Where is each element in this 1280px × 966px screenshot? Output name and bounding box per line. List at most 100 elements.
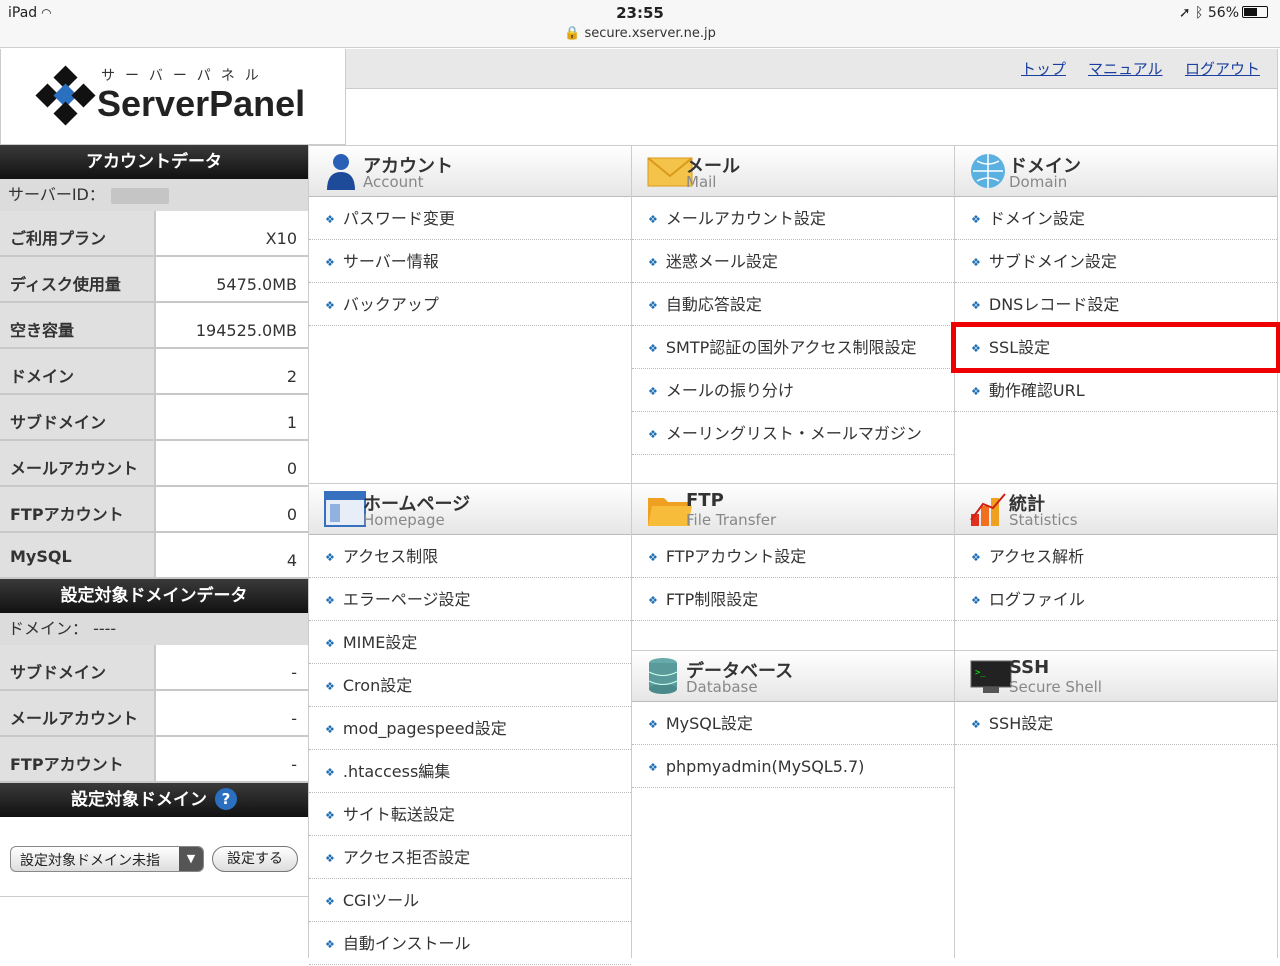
domain-data-value: - bbox=[291, 755, 297, 774]
domain-menu-item[interactable]: ❖ 動作確認URL bbox=[955, 369, 1277, 412]
account-data-label: ディスク使用量 bbox=[0, 257, 156, 301]
bullet-arrow-icon: ❖ bbox=[325, 938, 335, 951]
bullet-arrow-icon: ❖ bbox=[971, 342, 981, 355]
domain-data-heading: 設定対象ドメインデータ bbox=[0, 579, 308, 613]
bullet-arrow-icon: ❖ bbox=[648, 299, 658, 312]
stats-menu-item[interactable]: ❖ ログファイル bbox=[955, 578, 1277, 621]
stats-icon bbox=[969, 490, 1006, 528]
mail-menu-item[interactable]: ❖ メールの振り分け bbox=[632, 369, 954, 412]
bullet-arrow-icon: ❖ bbox=[325, 852, 335, 865]
account-menu-item[interactable]: ❖ バックアップ bbox=[309, 283, 631, 326]
bullet-arrow-icon: ❖ bbox=[971, 256, 981, 269]
mail-icon bbox=[646, 152, 693, 190]
account-data-label: ドメイン bbox=[0, 349, 156, 393]
homepage-section-header: ホームページ Homepage bbox=[309, 483, 631, 535]
account-data-value: 0 bbox=[286, 459, 297, 478]
account-section-header: アカウント Account bbox=[309, 145, 631, 197]
account-data-row: ディスク使用量 5475.0MB bbox=[0, 257, 308, 303]
homepage-menu-item[interactable]: ❖ MIME設定 bbox=[309, 621, 631, 664]
section-title: FTP bbox=[686, 490, 724, 511]
clock: 23:55 bbox=[616, 4, 664, 22]
bullet-arrow-icon: ❖ bbox=[325, 637, 335, 650]
ftp-menu-item[interactable]: ❖ FTPアカウント設定 bbox=[632, 535, 954, 578]
account-data-row: サブドメイン 1 bbox=[0, 395, 308, 441]
domain-menu-item[interactable]: ❖ DNSレコード設定 bbox=[955, 283, 1277, 326]
stats-menu-item[interactable]: ❖ アクセス解析 bbox=[955, 535, 1277, 578]
homepage-menu-item[interactable]: ❖ アクセス制限 bbox=[309, 535, 631, 578]
server-panel-page: サーバーパネル ServerPanel トップ マニュアル ログアウト アカウン… bbox=[0, 49, 1280, 965]
bullet-arrow-icon: ❖ bbox=[325, 299, 335, 312]
help-icon[interactable]: ? bbox=[215, 788, 237, 810]
section-title: SSH bbox=[1009, 657, 1050, 678]
bullet-arrow-icon: ❖ bbox=[971, 299, 981, 312]
domain-menu-item[interactable]: ❖ ドメイン設定 bbox=[955, 197, 1277, 240]
account-section: アカウント Account ❖ パスワード変更 ❖ サーバー情報 ❖ バックアップ bbox=[309, 145, 632, 486]
database-menu-item[interactable]: ❖ MySQL設定 bbox=[632, 702, 954, 745]
homepage-menu-item[interactable]: ❖ エラーページ設定 bbox=[309, 578, 631, 621]
database-section: データベース Database ❖ MySQL設定 ❖ phpmyadmin(MySQL5… bbox=[632, 650, 955, 958]
account-data-row: メールアカウント 0 bbox=[0, 441, 308, 487]
top-nav: トップ マニュアル ログアウト bbox=[346, 49, 1278, 89]
domain-section: ドメイン Domain ❖ ドメイン設定 ❖ サブドメイン設定 ❖ DNSレコード設定 ❖ SSL… bbox=[951, 145, 1280, 486]
account-menu-item[interactable]: ❖ サーバー情報 bbox=[309, 240, 631, 283]
mail-menu-item[interactable]: ❖ メーリングリスト・メールマガジン bbox=[632, 412, 954, 455]
ssh-section: >_ SSH Secure Shell ❖ SSH設定 bbox=[955, 650, 1278, 958]
logout-link[interactable]: ログアウト bbox=[1185, 58, 1260, 79]
account-menu-item[interactable]: ❖ パスワード変更 bbox=[309, 197, 631, 240]
homepage-menu-item[interactable]: ❖ mod_pagespeed設定 bbox=[309, 707, 631, 750]
mail-menu-item[interactable]: ❖ SMTP認証の国外アクセス制限設定 bbox=[632, 326, 954, 369]
target-domain-form: 設定対象ドメイン未指 ▼ 設定する bbox=[0, 817, 308, 897]
homepage-menu-item[interactable]: ❖ アクセス拒否設定 bbox=[309, 836, 631, 879]
account-data-label: 空き容量 bbox=[0, 303, 156, 347]
homepage-icon bbox=[323, 490, 366, 528]
section-subtitle: Secure Shell bbox=[1009, 678, 1102, 696]
bullet-arrow-icon: ❖ bbox=[648, 256, 658, 269]
database-menu-item[interactable]: ❖ phpmyadmin(MySQL5.7) bbox=[632, 745, 954, 788]
ssh-section-header: >_ SSH Secure Shell bbox=[955, 650, 1277, 702]
current-domain: ドメイン： ---- bbox=[0, 613, 308, 645]
mail-menu-item[interactable]: ❖ 自動応答設定 bbox=[632, 283, 954, 326]
account-data-label: FTPアカウント bbox=[0, 487, 156, 531]
mail-menu-item[interactable]: ❖ 迷惑メール設定 bbox=[632, 240, 954, 283]
svg-text:>_: >_ bbox=[975, 668, 986, 678]
section-subtitle: Statistics bbox=[1009, 511, 1078, 529]
homepage-menu-item[interactable]: ❖ 自動インストール bbox=[309, 922, 631, 965]
battery-icon bbox=[1242, 6, 1268, 18]
bullet-arrow-icon: ❖ bbox=[325, 766, 335, 779]
account-data-heading: アカウントデータ bbox=[0, 145, 308, 179]
logo-diamonds-icon bbox=[35, 65, 96, 126]
logo[interactable]: サーバーパネル ServerPanel bbox=[0, 49, 346, 145]
database-section-header: データベース Database bbox=[632, 650, 954, 702]
homepage-menu-item[interactable]: ❖ CGIツール bbox=[309, 879, 631, 922]
manual-link[interactable]: マニュアル bbox=[1088, 58, 1163, 79]
ssh-icon: >_ bbox=[969, 657, 1012, 695]
top-link[interactable]: トップ bbox=[1021, 58, 1066, 79]
domain-menu-item[interactable]: ❖ サブドメイン設定 bbox=[955, 240, 1277, 283]
domain-data-value: - bbox=[291, 709, 297, 728]
bullet-arrow-icon: ❖ bbox=[325, 680, 335, 693]
domain-icon bbox=[969, 152, 1005, 190]
homepage-menu-item[interactable]: ❖ Cron設定 bbox=[309, 664, 631, 707]
section-subtitle: Account bbox=[363, 173, 424, 191]
account-data-row: FTPアカウント 0 bbox=[0, 487, 308, 533]
domain-select[interactable]: 設定対象ドメイン未指 ▼ bbox=[10, 846, 204, 872]
bullet-arrow-icon: ❖ bbox=[648, 551, 658, 564]
ftp-icon bbox=[646, 490, 692, 528]
address-bar[interactable]: 🔒 secure.xserver.ne.jp bbox=[0, 26, 1280, 41]
mail-menu-item[interactable]: ❖ メールアカウント設定 bbox=[632, 197, 954, 240]
domain-section-header: ドメイン Domain bbox=[955, 145, 1277, 197]
ftp-menu-item[interactable]: ❖ FTP制限設定 bbox=[632, 578, 954, 621]
logo-brand: ServerPanel bbox=[97, 83, 306, 124]
account-data-value: 194525.0MB bbox=[195, 321, 297, 340]
homepage-menu-item[interactable]: ❖ サイト転送設定 bbox=[309, 793, 631, 836]
set-domain-button[interactable]: 設定する bbox=[212, 846, 298, 872]
ftp-section: FTP File Transfer ❖ FTPアカウント設定 ❖ FTP制限設定 bbox=[632, 483, 955, 653]
ssl-settings-menu-item-highlighted[interactable]: ❖ SSL設定 bbox=[951, 322, 1280, 373]
bullet-arrow-icon: ❖ bbox=[648, 385, 658, 398]
ssh-menu-item[interactable]: ❖ SSH設定 bbox=[955, 702, 1277, 745]
bullet-arrow-icon: ❖ bbox=[971, 385, 981, 398]
ftp-section-header: FTP File Transfer bbox=[632, 483, 954, 535]
ios-status-bar: iPad ◠ 23:55 🔒 secure.xserver.ne.jp ➚ ᛒ 5… bbox=[0, 0, 1280, 48]
section-subtitle: File Transfer bbox=[686, 511, 777, 529]
homepage-menu-item[interactable]: ❖ .htaccess編集 bbox=[309, 750, 631, 793]
